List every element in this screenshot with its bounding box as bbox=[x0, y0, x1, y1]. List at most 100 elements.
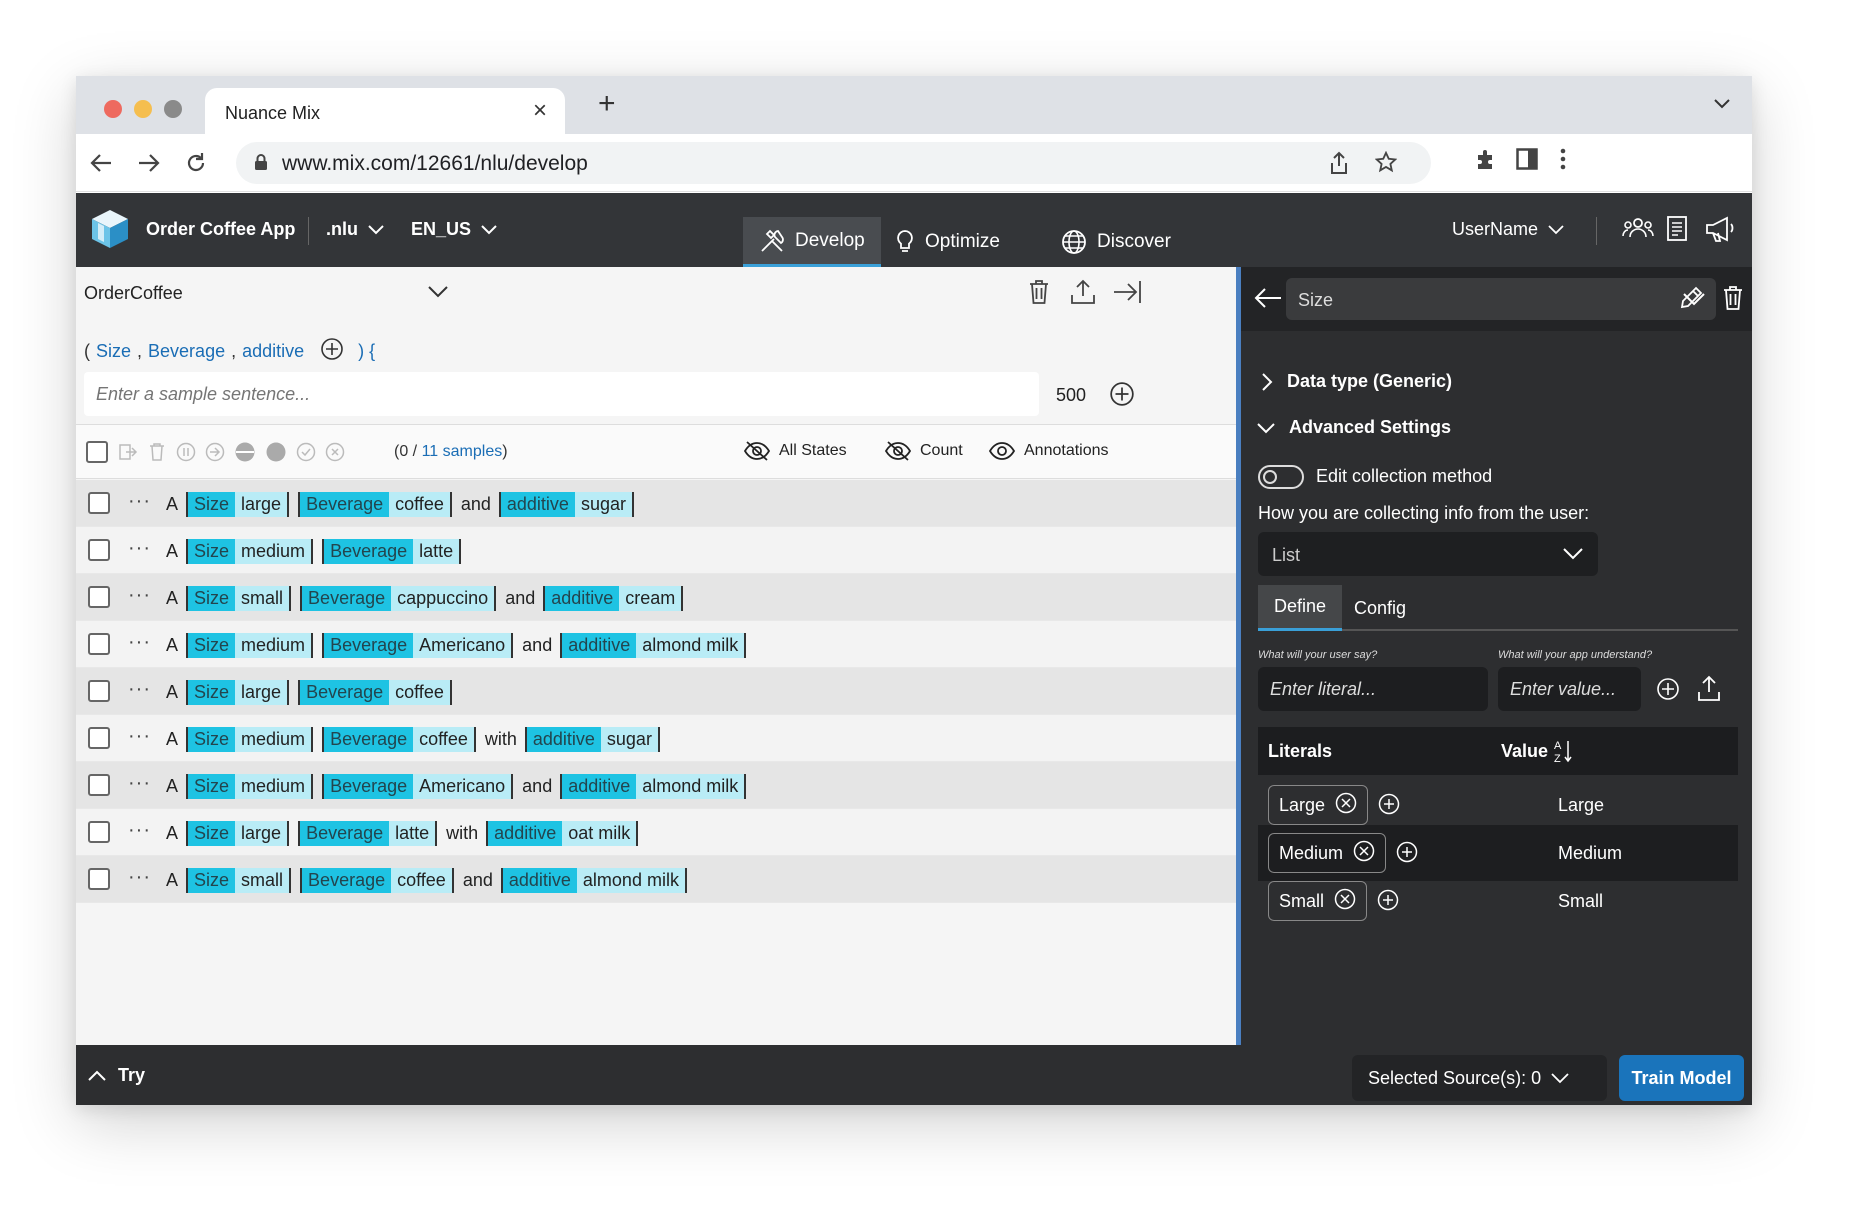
annotation-size[interactable]: Size small bbox=[186, 586, 292, 611]
add-sample-icon[interactable] bbox=[1109, 381, 1135, 412]
remove-literal-icon[interactable] bbox=[1335, 792, 1357, 819]
intent-name[interactable]: OrderCoffee bbox=[84, 283, 183, 304]
filter-all-states[interactable]: All States bbox=[743, 440, 847, 462]
annotation-beverage[interactable]: Beverage coffee bbox=[298, 492, 452, 517]
tab-define[interactable]: Define bbox=[1258, 585, 1343, 631]
more-options-icon[interactable]: ··· bbox=[128, 584, 151, 607]
sample-row[interactable]: ··· A Size large Beverage latte with additive oa… bbox=[76, 809, 1236, 856]
sample-row[interactable]: ··· A Size medium Beverage Americano and additi… bbox=[76, 621, 1236, 668]
annotation-beverage[interactable]: Beverage coffee bbox=[298, 680, 452, 705]
sample-checkbox[interactable] bbox=[88, 821, 110, 843]
delete-entity-icon[interactable] bbox=[1722, 285, 1744, 316]
sample-checkbox[interactable] bbox=[88, 680, 110, 702]
more-options-icon[interactable]: ··· bbox=[128, 772, 151, 795]
browser-tab[interactable]: Nuance Mix × bbox=[205, 88, 565, 138]
nlu-menu[interactable]: .nlu bbox=[326, 219, 384, 240]
delete-intent-icon[interactable] bbox=[1028, 279, 1050, 310]
intent-assigned-icon[interactable] bbox=[205, 442, 225, 467]
add-entity-icon[interactable] bbox=[320, 337, 344, 366]
check-circle-icon[interactable] bbox=[296, 442, 316, 467]
edit-collection-toggle[interactable] bbox=[1258, 465, 1304, 489]
edit-pencil-icon[interactable] bbox=[1678, 285, 1704, 316]
try-panel-toggle[interactable]: Try bbox=[88, 1065, 145, 1086]
annotation-beverage[interactable]: Beverage latte bbox=[322, 539, 462, 564]
forward-icon[interactable] bbox=[134, 148, 164, 178]
entity-select[interactable]: Size bbox=[1286, 278, 1716, 320]
exclude-icon[interactable] bbox=[176, 442, 196, 467]
annotation-additive[interactable]: additive sugar bbox=[524, 727, 660, 752]
selected-sources-dropdown[interactable]: Selected Source(s): 0 bbox=[1352, 1055, 1607, 1101]
more-options-icon[interactable]: ··· bbox=[128, 631, 151, 654]
new-tab-icon[interactable]: + bbox=[598, 89, 616, 119]
annotation-additive[interactable]: additive sugar bbox=[498, 492, 634, 517]
close-window-button[interactable] bbox=[104, 100, 122, 118]
annotation-beverage[interactable]: Beverage cappuccino bbox=[300, 586, 497, 611]
sample-row[interactable]: ··· A Size large Beverage coffee and additive su… bbox=[76, 480, 1236, 527]
delete-samples-icon[interactable] bbox=[147, 442, 167, 467]
annotated-icon[interactable] bbox=[265, 441, 287, 468]
sample-checkbox[interactable] bbox=[88, 727, 110, 749]
sample-checkbox[interactable] bbox=[88, 633, 110, 655]
half-annotated-icon[interactable] bbox=[234, 441, 256, 468]
sample-checkbox[interactable] bbox=[88, 539, 110, 561]
intent-chevron-down-icon[interactable] bbox=[428, 285, 448, 303]
tab-discover[interactable]: Discover bbox=[1045, 217, 1187, 267]
sample-checkbox[interactable] bbox=[88, 492, 110, 514]
literal-input[interactable] bbox=[1258, 667, 1488, 711]
advanced-settings-section[interactable]: Advanced Settings bbox=[1257, 417, 1451, 438]
sample-row[interactable]: ··· A Size medium Beverage Americano and additi… bbox=[76, 762, 1236, 809]
annotation-additive[interactable]: additive cream bbox=[543, 586, 684, 611]
minimize-window-button[interactable] bbox=[134, 100, 152, 118]
user-menu[interactable]: UserName bbox=[1452, 219, 1564, 240]
reload-icon[interactable] bbox=[181, 148, 211, 178]
move-icon[interactable] bbox=[118, 442, 138, 467]
sample-checkbox[interactable] bbox=[88, 774, 110, 796]
more-options-icon[interactable]: ··· bbox=[128, 490, 151, 513]
more-options-icon[interactable]: ··· bbox=[128, 725, 151, 748]
annotation-beverage[interactable]: Beverage Americano bbox=[322, 633, 514, 658]
literal-row[interactable]: Small Small bbox=[1258, 873, 1738, 929]
sample-row[interactable]: ··· A Size medium Beverage coffee with additive… bbox=[76, 715, 1236, 762]
annotation-size[interactable]: Size large bbox=[186, 821, 290, 846]
address-bar[interactable]: www.mix.com/12661/nlu/develop bbox=[236, 142, 1431, 184]
data-type-section[interactable]: Data type (Generic) bbox=[1261, 371, 1452, 392]
upload-literals-icon[interactable] bbox=[1697, 674, 1721, 707]
literal-chip[interactable]: Medium bbox=[1268, 833, 1387, 873]
announcements-icon[interactable] bbox=[1704, 215, 1736, 248]
more-options-icon[interactable]: ··· bbox=[128, 537, 151, 560]
annotation-additive[interactable]: additive almond milk bbox=[560, 633, 747, 658]
annotation-beverage[interactable]: Beverage coffee bbox=[322, 727, 476, 752]
annotation-additive[interactable]: additive oat milk bbox=[486, 821, 639, 846]
upload-icon[interactable] bbox=[1070, 279, 1096, 310]
select-all-checkbox[interactable] bbox=[86, 441, 108, 463]
literal-chip[interactable]: Large bbox=[1268, 785, 1369, 825]
annotation-size[interactable]: Size medium bbox=[186, 774, 314, 799]
pattern-entity-additive[interactable]: additive bbox=[242, 341, 304, 362]
side-panel-icon[interactable] bbox=[1516, 148, 1538, 175]
tab-optimize[interactable]: Optimize bbox=[879, 217, 1016, 267]
filter-count[interactable]: Count bbox=[884, 440, 963, 462]
add-synonym-icon[interactable] bbox=[1396, 841, 1418, 868]
annotation-additive[interactable]: additive almond milk bbox=[560, 774, 747, 799]
annotation-size[interactable]: Size medium bbox=[186, 727, 314, 752]
sort-az-icon[interactable]: AZ bbox=[1553, 738, 1573, 769]
annotation-additive[interactable]: additive almond milk bbox=[500, 868, 687, 893]
samples-count-link[interactable]: 11 samples bbox=[422, 443, 503, 460]
annotation-beverage[interactable]: Beverage Americano bbox=[322, 774, 514, 799]
annotation-size[interactable]: Size large bbox=[186, 680, 290, 705]
sample-row[interactable]: ··· A Size medium Beverage latte bbox=[76, 527, 1236, 574]
annotation-size[interactable]: Size medium bbox=[186, 633, 314, 658]
sample-row[interactable]: ··· A Size large Beverage coffee bbox=[76, 668, 1236, 715]
add-synonym-icon[interactable] bbox=[1377, 889, 1399, 916]
pattern-entity-beverage[interactable]: Beverage bbox=[148, 341, 225, 362]
literal-chip[interactable]: Small bbox=[1268, 881, 1368, 921]
close-tab-icon[interactable]: × bbox=[533, 99, 547, 123]
team-icon[interactable] bbox=[1622, 215, 1654, 246]
filter-annotations[interactable]: Annotations bbox=[988, 440, 1109, 462]
annotation-size[interactable]: Size large bbox=[186, 492, 290, 517]
add-literal-icon[interactable] bbox=[1656, 677, 1680, 706]
docs-icon[interactable] bbox=[1666, 215, 1690, 248]
more-options-icon[interactable]: ··· bbox=[128, 678, 151, 701]
more-options-icon[interactable]: ··· bbox=[128, 819, 151, 842]
sample-row[interactable]: ··· A Size small Beverage cappuccino and additi… bbox=[76, 574, 1236, 621]
